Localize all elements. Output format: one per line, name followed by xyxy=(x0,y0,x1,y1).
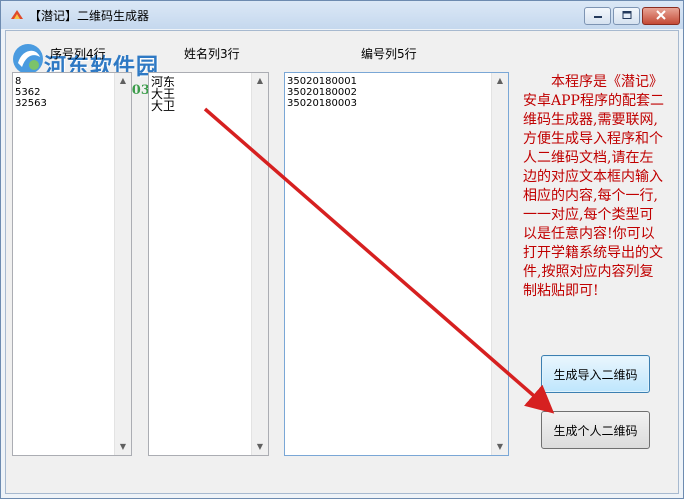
serial-textbox-value: 8 5362 32563 xyxy=(15,76,47,109)
number-scrollbar[interactable]: ▲ ▼ xyxy=(491,73,508,455)
generate-personal-qr-button[interactable]: 生成个人二维码 xyxy=(541,411,650,449)
generate-import-qr-button[interactable]: 生成导入二维码 xyxy=(541,355,650,393)
title-bar[interactable]: 【潜记】二维码生成器 xyxy=(1,1,683,29)
serial-scrollbar[interactable]: ▲ ▼ xyxy=(114,73,131,455)
minimize-button[interactable] xyxy=(584,7,611,25)
scroll-up-icon[interactable]: ▲ xyxy=(115,73,131,89)
close-icon xyxy=(656,9,666,23)
name-textbox[interactable]: 河东 大王 大卫 ▲ ▼ xyxy=(148,72,269,456)
number-textbox-value: 35020180001 35020180002 35020180003 xyxy=(287,76,357,109)
maximize-icon xyxy=(622,10,632,22)
name-column-label: 姓名列3行 xyxy=(184,47,240,61)
window-title: 【潜记】二维码生成器 xyxy=(29,9,150,23)
close-button[interactable] xyxy=(642,7,680,25)
serial-column-label: 序号列4行 xyxy=(50,47,106,61)
app-icon xyxy=(9,7,25,23)
name-scrollbar[interactable]: ▲ ▼ xyxy=(251,73,268,455)
scroll-up-icon[interactable]: ▲ xyxy=(492,73,508,89)
scroll-down-icon[interactable]: ▼ xyxy=(492,439,508,455)
program-description: 本程序是《潜记》安卓APP程序的配套二维码生成器,需要联网,方便生成导入程序和个… xyxy=(523,74,664,299)
maximize-button[interactable] xyxy=(613,7,640,25)
number-textbox[interactable]: 35020180001 35020180002 35020180003 ▲ ▼ xyxy=(284,72,509,456)
app-window: 【潜记】二维码生成器 河东软件园 www.pc0359.cn 序号列4行 姓名列… xyxy=(0,0,684,499)
serial-textbox[interactable]: 8 5362 32563 ▲ ▼ xyxy=(12,72,132,456)
scroll-down-icon[interactable]: ▼ xyxy=(252,439,268,455)
scroll-down-icon[interactable]: ▼ xyxy=(115,439,131,455)
name-textbox-value: 河东 大王 大卫 xyxy=(151,76,176,113)
number-column-label: 编号列5行 xyxy=(361,47,417,61)
minimize-icon xyxy=(593,11,603,22)
scroll-up-icon[interactable]: ▲ xyxy=(252,73,268,89)
